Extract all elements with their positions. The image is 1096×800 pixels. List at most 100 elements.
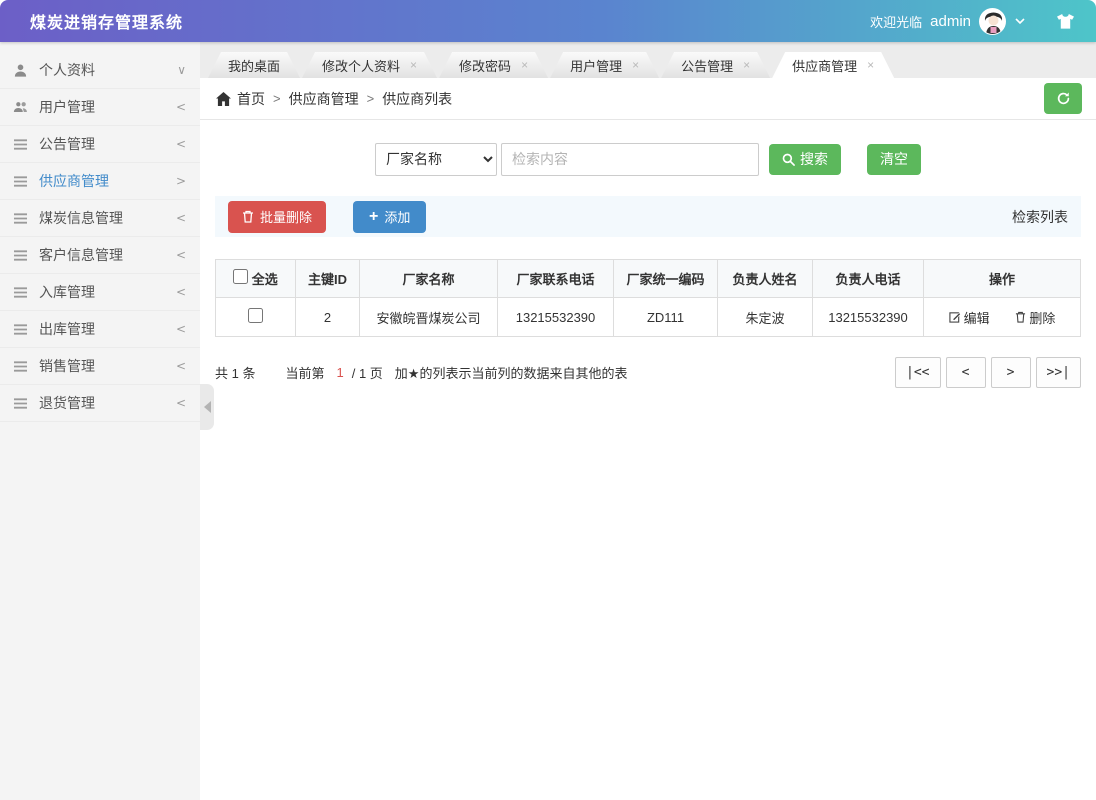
select-all-label: 全选 — [252, 272, 278, 287]
sidebar-item-supplier[interactable]: 供应商管理 > — [0, 163, 200, 200]
current-page-suffix: / 1 页 — [352, 363, 383, 382]
breadcrumb-home[interactable]: 首页 — [237, 89, 265, 109]
sidebar-item-label: 供应商管理 — [39, 171, 109, 191]
refresh-icon — [1056, 91, 1071, 106]
delete-link[interactable]: 删除 — [1015, 308, 1055, 327]
user-avatar[interactable] — [979, 8, 1006, 35]
prev-page-button[interactable]: < — [946, 357, 986, 388]
table-row: 2 安徽皖晋煤炭公司 13215532390 ZD111 朱定波 1321553… — [216, 298, 1081, 337]
sidebar-item-users[interactable]: 用户管理 < — [0, 89, 200, 126]
search-button[interactable]: 搜索 — [769, 144, 841, 175]
header-phone: 厂家联系电话 — [498, 260, 614, 298]
edit-label: 编辑 — [964, 308, 990, 327]
tab-my-desktop[interactable]: 我的桌面 — [208, 52, 300, 78]
supplier-table: 全选 主键ID 厂家名称 厂家联系电话 厂家统一编码 负责人姓名 负责人电话 操… — [215, 259, 1081, 337]
chevron-left-icon: < — [176, 248, 186, 262]
sidebar-item-inbound[interactable]: 入库管理 < — [0, 274, 200, 311]
tab-edit-profile[interactable]: 修改个人资料 × — [302, 52, 437, 78]
sidebar-collapse-handle[interactable] — [200, 384, 214, 430]
refresh-button[interactable] — [1044, 83, 1082, 114]
app-title: 煤炭进销存管理系统 — [30, 9, 183, 33]
breadcrumb-separator: > — [367, 91, 375, 106]
tab-label: 供应商管理 — [792, 56, 857, 75]
next-page-button[interactable]: > — [991, 357, 1031, 388]
chevron-left-icon: < — [176, 359, 186, 373]
clear-button-label: 清空 — [880, 149, 908, 169]
first-page-button[interactable]: |<< — [895, 357, 940, 388]
sidebar-item-label: 出库管理 — [39, 319, 95, 339]
list-icon — [13, 359, 31, 373]
list-icon — [13, 174, 31, 188]
list-icon — [13, 285, 31, 299]
close-icon[interactable]: × — [632, 58, 639, 72]
cell-manager-phone: 13215532390 — [813, 298, 924, 337]
theme-shirt-icon[interactable] — [1052, 8, 1078, 34]
tab-label: 用户管理 — [570, 56, 622, 75]
edit-link[interactable]: 编辑 — [949, 308, 990, 327]
search-button-label: 搜索 — [800, 149, 828, 169]
list-panel-title: 检索列表 — [1012, 207, 1068, 227]
trash-icon — [242, 210, 254, 223]
search-row: 厂家名称 搜索 清空 — [215, 142, 1081, 176]
breadcrumb-supplier-list: 供应商列表 — [382, 89, 452, 109]
toolbar: 批量删除 + 添加 检索列表 — [215, 196, 1081, 237]
sidebar: 个人资料 ∨ 用户管理 < 公告管理 < 供应商管理 > 煤炭信息管理 < 客户… — [0, 42, 200, 800]
trash-icon — [1015, 311, 1026, 323]
sidebar-item-customer-info[interactable]: 客户信息管理 < — [0, 237, 200, 274]
sidebar-item-label: 个人资料 — [39, 60, 95, 80]
users-icon — [13, 100, 31, 114]
select-all-checkbox[interactable] — [233, 269, 248, 284]
sidebar-item-label: 用户管理 — [39, 97, 95, 117]
list-icon — [13, 396, 31, 410]
close-icon[interactable]: × — [410, 58, 417, 72]
cell-phone: 13215532390 — [498, 298, 614, 337]
current-page-number: 1 — [336, 365, 343, 380]
tab-user-management[interactable]: 用户管理 × — [550, 52, 659, 78]
sidebar-item-outbound[interactable]: 出库管理 < — [0, 311, 200, 348]
header-actions: 操作 — [924, 260, 1081, 298]
content-area: 厂家名称 搜索 清空 批量删除 + 添加 — [200, 120, 1096, 388]
close-icon[interactable]: × — [521, 58, 528, 72]
tab-supplier-management[interactable]: 供应商管理 × — [772, 52, 894, 78]
current-page-prefix: 当前第 — [285, 363, 324, 382]
header-id: 主键ID — [296, 260, 360, 298]
welcome-text: 欢迎光临 — [870, 12, 922, 31]
close-icon[interactable]: × — [867, 58, 874, 72]
cell-actions: 编辑 删除 — [924, 298, 1081, 337]
plus-icon: + — [369, 209, 378, 225]
tab-label: 修改个人资料 — [322, 56, 400, 75]
breadcrumb-supplier-management[interactable]: 供应商管理 — [289, 89, 359, 109]
list-icon — [13, 248, 31, 262]
close-icon[interactable]: × — [743, 58, 750, 72]
batch-delete-button[interactable]: 批量删除 — [228, 201, 326, 233]
tab-notice-management[interactable]: 公告管理 × — [661, 52, 770, 78]
add-button[interactable]: + 添加 — [353, 201, 426, 233]
person-icon — [13, 63, 31, 77]
sidebar-item-label: 销售管理 — [39, 356, 95, 376]
sidebar-item-coal-info[interactable]: 煤炭信息管理 < — [0, 200, 200, 237]
sidebar-item-sales[interactable]: 销售管理 < — [0, 348, 200, 385]
breadcrumb-separator: > — [273, 91, 281, 106]
add-button-label: 添加 — [384, 207, 410, 226]
row-checkbox[interactable] — [248, 308, 263, 323]
header-manager: 负责人姓名 — [718, 260, 813, 298]
tab-label: 修改密码 — [459, 56, 511, 75]
header-name: 厂家名称 — [360, 260, 498, 298]
search-input[interactable] — [501, 143, 759, 176]
search-field-select[interactable]: 厂家名称 — [375, 143, 497, 176]
last-page-button[interactable]: >>| — [1036, 357, 1081, 388]
chevron-left-icon: < — [176, 137, 186, 151]
sidebar-item-notice[interactable]: 公告管理 < — [0, 126, 200, 163]
sidebar-item-label: 煤炭信息管理 — [39, 208, 123, 228]
chevron-right-icon: > — [176, 174, 186, 188]
username: admin — [930, 13, 971, 30]
top-header: 煤炭进销存管理系统 欢迎光临 admin — [0, 0, 1096, 42]
tab-bar: 我的桌面 修改个人资料 × 修改密码 × 用户管理 × 公告管理 × 供应商管理… — [200, 42, 1096, 78]
user-menu-chevron-icon[interactable] — [1014, 15, 1026, 27]
delete-label: 删除 — [1029, 308, 1055, 327]
clear-button[interactable]: 清空 — [867, 144, 921, 175]
tab-change-password[interactable]: 修改密码 × — [439, 52, 548, 78]
cell-id: 2 — [296, 298, 360, 337]
sidebar-item-profile[interactable]: 个人资料 ∨ — [0, 52, 200, 89]
sidebar-item-returns[interactable]: 退货管理 < — [0, 385, 200, 422]
